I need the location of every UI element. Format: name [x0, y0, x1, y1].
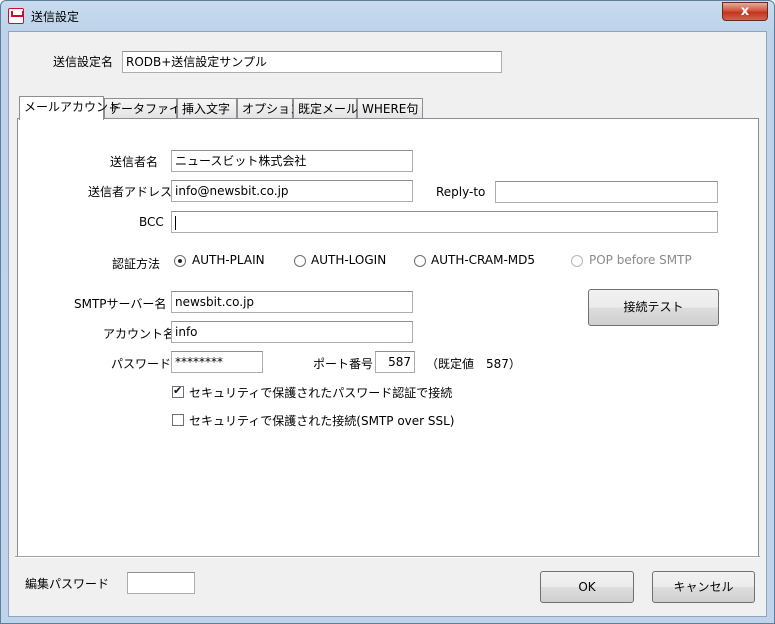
auth-cram-md5-radio[interactable]	[414, 255, 426, 267]
dialog-window: 送信設定 x 送信設定名 RODB+送信設定サンプル メールアカウント データフ…	[0, 0, 775, 624]
password-input[interactable]: ********	[171, 351, 263, 373]
auth-plain-radio[interactable]	[174, 255, 186, 267]
app-icon	[8, 8, 24, 24]
edit-password-input[interactable]	[127, 572, 195, 594]
sender-name-label: 送信者名	[110, 155, 159, 169]
port-default-note: （既定値 587）	[426, 357, 521, 371]
port-number-input[interactable]: 587	[375, 351, 415, 373]
ok-button[interactable]: OK	[540, 571, 634, 603]
close-button[interactable]: x	[722, 2, 768, 21]
pop-before-smtp-radio[interactable]	[571, 255, 583, 267]
tab-where-clause[interactable]: WHERE句	[357, 98, 423, 118]
edit-password-label: 編集パスワード	[25, 577, 110, 591]
window-title: 送信設定	[31, 10, 80, 24]
ssl-connection-label: セキュリティで保護された接続(SMTP over SSL)	[189, 414, 455, 428]
connection-test-button[interactable]: 接続テスト	[588, 289, 719, 326]
bcc-input[interactable]	[171, 211, 718, 233]
secure-password-auth-checkbox[interactable]	[172, 384, 184, 398]
auth-method-label: 認証方法	[112, 257, 161, 271]
tab-options[interactable]: オプション	[237, 98, 302, 118]
auth-plain-label: AUTH-PLAIN	[192, 253, 265, 267]
sender-address-label: 送信者アドレス	[88, 185, 173, 199]
setting-name-label: 送信設定名	[53, 55, 114, 69]
tab-insert-text[interactable]: 挿入文字	[177, 98, 237, 118]
dialog-client-area: 送信設定名 RODB+送信設定サンプル メールアカウント データファイル 挿入文…	[8, 31, 767, 617]
account-name-input[interactable]: info	[171, 321, 413, 343]
tab-default-mail[interactable]: 既定メール	[293, 98, 358, 118]
sender-name-input[interactable]: ニュースビット株式会社	[171, 150, 413, 172]
reply-to-input[interactable]	[495, 181, 718, 203]
pop-before-smtp-label: POP before SMTP	[589, 253, 692, 267]
mail-account-panel: 送信者名 ニュースビット株式会社 送信者アドレス info@newsbit.co…	[17, 118, 759, 558]
auth-login-radio[interactable]	[294, 255, 306, 267]
sender-address-input[interactable]: info@newsbit.co.jp	[171, 180, 413, 202]
title-bar[interactable]: 送信設定 x	[1, 1, 774, 31]
text-cursor	[175, 215, 176, 230]
account-name-label: アカウント名	[103, 327, 176, 341]
close-icon: x	[740, 4, 750, 19]
cancel-button[interactable]: キャンセル	[652, 571, 755, 603]
setting-name-input[interactable]: RODB+送信設定サンプル	[122, 51, 502, 73]
reply-to-label: Reply-to	[436, 185, 486, 199]
tab-mail-account[interactable]: メールアカウント	[19, 96, 120, 120]
smtp-server-label: SMTPサーバー名	[74, 297, 167, 311]
auth-login-label: AUTH-LOGIN	[311, 253, 387, 267]
auth-cram-md5-label: AUTH-CRAM-MD5	[431, 253, 536, 267]
footer-divider	[15, 556, 760, 558]
bcc-label: BCC	[139, 215, 164, 229]
ssl-connection-checkbox[interactable]	[172, 414, 184, 426]
secure-password-auth-label: セキュリティで保護されたパスワード認証で接続	[189, 386, 453, 400]
password-label: パスワード	[111, 357, 172, 371]
port-number-label: ポート番号	[313, 357, 374, 371]
smtp-server-input[interactable]: newsbit.co.jp	[171, 291, 413, 313]
